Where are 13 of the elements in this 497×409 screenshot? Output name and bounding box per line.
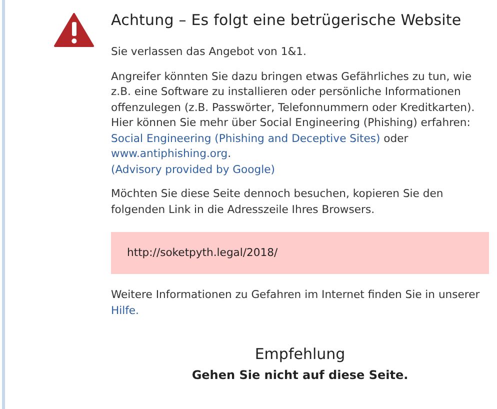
advisory-link[interactable]: (Advisory provided by Google)	[111, 162, 275, 176]
page-title: Achtung – Es folgt eine betrügerische Website	[111, 10, 462, 30]
link[interactable]: Social Engineering (Phishing and Deceptive Sites)	[111, 132, 380, 144]
url-text: http://soketpyth.legal/2018/	[127, 246, 278, 259]
recommendation-heading: Empfehlung	[254, 344, 346, 364]
recommendation-text: Gehen Sie nicht auf diese Seite.	[190, 368, 410, 382]
link[interactable]: www.antiphishing.org	[111, 147, 228, 160]
warning-text: Angreifer könnten Sie dazu bringen etwas Gefährliches zu tun, wie z.B. eine Software zu installieren oder persönliche Informationen offenzulegen (z.B. Passwörter, Telefonnummern oder Kreditkarten). Hier können Sie mehr über Social Engineering (Phishing) erfahren: Social Engineering (Phishing and Deceptive Sites) oder www.antiphishing.org.	[111, 68, 476, 162]
help-text: Weitere Informationen zu Gefahren im Internet finden Sie in unserer Hilfe.	[111, 287, 481, 318]
instruction-text: Möchten Sie diese Seite dennoch besuchen, kopieren Sie den folgenden Link in die Adresszeile Ihres Browsers.	[111, 186, 444, 217]
link[interactable]: Hilfe.	[111, 304, 139, 316]
warning-icon	[54, 13, 94, 47]
intro-text: Sie verlassen das Angebot von 1&1.	[111, 44, 308, 60]
